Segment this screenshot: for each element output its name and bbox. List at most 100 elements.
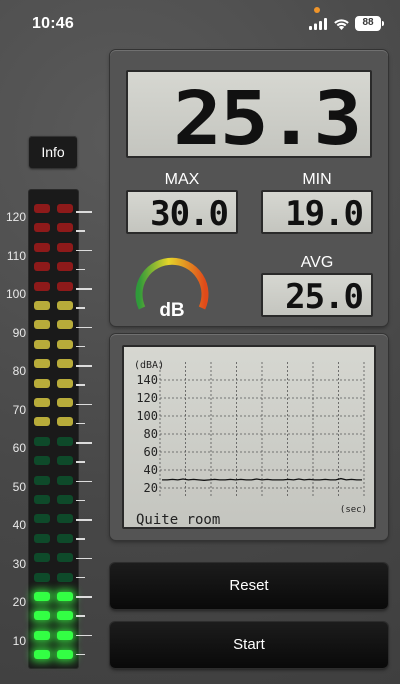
led-segment: [57, 592, 73, 601]
led-segment: [57, 320, 73, 330]
led-segment: [57, 611, 73, 621]
battery-tip: [382, 21, 384, 26]
scale-label: 70: [12, 402, 26, 417]
avg-display: 25.0: [261, 273, 373, 317]
y-tick-label: 80: [144, 427, 158, 441]
max-value: 30.0: [150, 194, 229, 234]
gauge-label: dB: [159, 300, 184, 321]
led-segment: [57, 223, 73, 233]
led-segment: [34, 572, 50, 582]
led-segment: [57, 630, 73, 640]
scale-tick-major: [76, 365, 92, 367]
led-segment: [57, 650, 73, 660]
led-segment: [34, 242, 50, 252]
led-segment: [34, 592, 50, 601]
scale-label: 30: [12, 556, 26, 571]
led-segment: [34, 339, 50, 349]
led-segment: [34, 630, 50, 640]
scale-tick-major: [76, 596, 92, 598]
led-segment: [34, 514, 50, 524]
scale-label: 20: [12, 595, 26, 609]
scale-tick-major: [76, 326, 92, 328]
led-segment: [57, 436, 73, 446]
status-time: 10:46: [32, 15, 74, 32]
led-segment: [57, 572, 73, 582]
led-segment: [57, 475, 73, 485]
scale-tick-major: [76, 519, 92, 521]
scale-tick-major: [76, 249, 92, 251]
led-segment: [57, 242, 73, 252]
led-segment: [34, 281, 50, 291]
led-segment: [57, 514, 73, 524]
scale-tick-major: [76, 480, 92, 482]
history-chart: 140 120 100 80 60 40 20 (dBA) (sec) Quite room: [134, 360, 367, 528]
y-tick-label: 120: [136, 391, 158, 405]
current-level-display: 25.3: [126, 70, 372, 162]
led-segment: [34, 301, 50, 310]
led-segment: [57, 553, 73, 563]
max-label: MAX: [164, 171, 200, 188]
y-axis-unit: (dBA): [134, 360, 164, 371]
history-graph: 140 120 100 80 60 40 20 (dBA) (sec) Quite room: [122, 345, 376, 529]
scale-tick-major: [76, 442, 92, 444]
avg-label: AVG: [300, 254, 334, 271]
scale-label: 90: [12, 325, 26, 340]
led-segment: [34, 359, 50, 369]
scale-tick-major: [76, 288, 92, 290]
start-button[interactable]: Start: [110, 622, 388, 668]
led-segment: [57, 359, 73, 369]
level-meter: [29, 190, 78, 668]
led-segment: [34, 378, 50, 388]
wifi-icon: [334, 19, 349, 30]
led-segment: [57, 378, 73, 388]
scale-label: 40: [12, 518, 26, 532]
led-segment: [57, 301, 73, 310]
privacy-indicator-icon: [314, 7, 320, 13]
info-button[interactable]: Info: [29, 136, 77, 168]
y-tick-label: 140: [136, 373, 158, 387]
led-segment: [34, 495, 50, 504]
scale-label: 100: [5, 287, 26, 301]
led-segment: [57, 262, 73, 272]
scale-label: 50: [12, 479, 26, 494]
scale-label: 60: [12, 441, 26, 455]
led-segment: [57, 533, 73, 543]
scale-tick-major: [76, 403, 92, 405]
led-segment: [57, 339, 73, 349]
led-segment: [34, 475, 50, 485]
scale-label: 120: [5, 210, 26, 224]
scale-label: 10: [12, 633, 26, 648]
led-segment: [57, 204, 73, 213]
y-tick-label: 20: [144, 481, 158, 495]
led-segment: [34, 436, 50, 446]
led-column: [29, 190, 78, 668]
led-segment: [34, 204, 50, 213]
min-display: 19.0: [261, 190, 373, 234]
led-segment: [34, 553, 50, 563]
reset-button[interactable]: Reset: [110, 563, 388, 609]
y-tick-label: 40: [144, 463, 158, 477]
graph-caption: Quite room: [136, 512, 220, 527]
led-segment: [34, 611, 50, 621]
led-segment: [34, 398, 50, 407]
led-segment: [34, 533, 50, 543]
status-bar: 10:46 88: [0, 0, 400, 46]
led-segment: [57, 456, 73, 466]
led-segment: [34, 650, 50, 660]
max-display: 30.0: [126, 190, 238, 234]
x-axis-unit: (sec): [340, 505, 367, 515]
led-segment: [57, 495, 73, 504]
led-segment: [57, 398, 73, 407]
scale-tick-major: [76, 211, 92, 213]
scale-label: 80: [12, 364, 26, 378]
signal-icon: [309, 18, 327, 30]
led-segment: [34, 456, 50, 466]
led-segment: [34, 262, 50, 272]
y-tick-label: 100: [136, 409, 158, 423]
min-label: MIN: [302, 171, 332, 188]
avg-value: 25.0: [285, 277, 364, 317]
scale-tick-major: [76, 634, 92, 636]
db-gauge-icon: dB: [135, 257, 209, 321]
led-segment: [34, 320, 50, 330]
battery-icon: 88: [355, 16, 381, 31]
